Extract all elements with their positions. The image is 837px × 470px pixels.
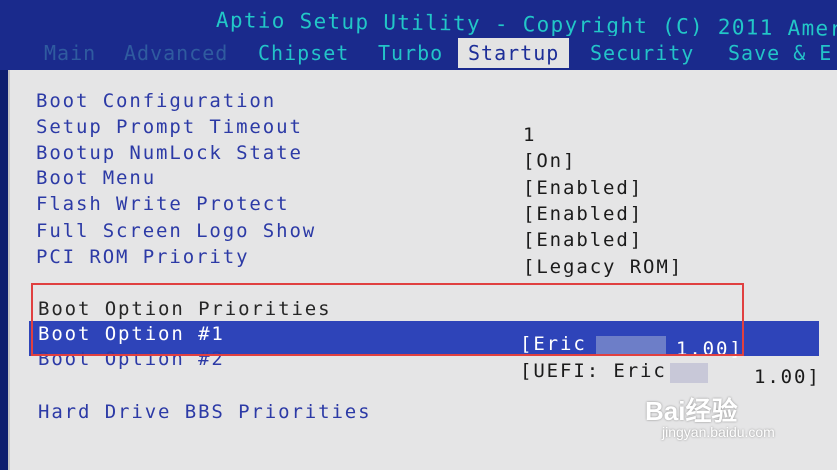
setting-boot-menu[interactable]: Boot Menu (36, 167, 156, 189)
watermark-url: jingyan.baidu.com (662, 424, 775, 440)
tab-save-exit[interactable]: Save & E (722, 38, 837, 68)
tab-turbo[interactable]: Turbo (372, 38, 449, 68)
tab-advanced[interactable]: Advanced (118, 38, 234, 68)
redaction-mask-2 (670, 363, 708, 383)
tab-security[interactable]: Security (584, 38, 700, 68)
value-boot-option-2-prefix[interactable]: [UEFI: Eric (520, 360, 667, 382)
tab-main[interactable]: Main (38, 38, 102, 68)
section-heading-boot-configuration: Boot Configuration (36, 90, 277, 112)
setting-bootup-numlock-state[interactable]: Bootup NumLock State (36, 142, 303, 164)
value-flash-write-protect[interactable]: [Enabled] (523, 203, 643, 225)
setting-pci-rom-priority[interactable]: PCI ROM Priority (36, 246, 249, 268)
annotation-highlight-box (31, 283, 744, 356)
title-bar: Aptio Setup Utility - Copyright (C) 2011… (0, 0, 837, 41)
value-setup-prompt-timeout[interactable]: 1 (523, 124, 536, 146)
value-bootup-numlock-state[interactable]: [On] (523, 150, 576, 172)
tab-chipset[interactable]: Chipset (252, 38, 355, 68)
value-full-screen-logo-show[interactable]: [Enabled] (523, 229, 643, 251)
setting-full-screen-logo-show[interactable]: Full Screen Logo Show (36, 220, 316, 242)
value-pci-rom-priority[interactable]: [Legacy ROM] (523, 256, 683, 278)
setting-flash-write-protect[interactable]: Flash Write Protect (36, 193, 289, 215)
tab-bar: Main Advanced Chipset Turbo Startup Secu… (0, 36, 837, 70)
watermark-logo: Bai经验 (645, 396, 738, 426)
setting-setup-prompt-timeout[interactable]: Setup Prompt Timeout (36, 116, 303, 138)
tab-startup[interactable]: Startup (458, 38, 570, 68)
value-boot-option-2-suffix[interactable]: 1.00] (754, 366, 821, 388)
link-hard-drive-bbs-priorities[interactable]: Hard Drive BBS Priorities (38, 401, 371, 423)
value-boot-menu[interactable]: [Enabled] (523, 177, 643, 199)
